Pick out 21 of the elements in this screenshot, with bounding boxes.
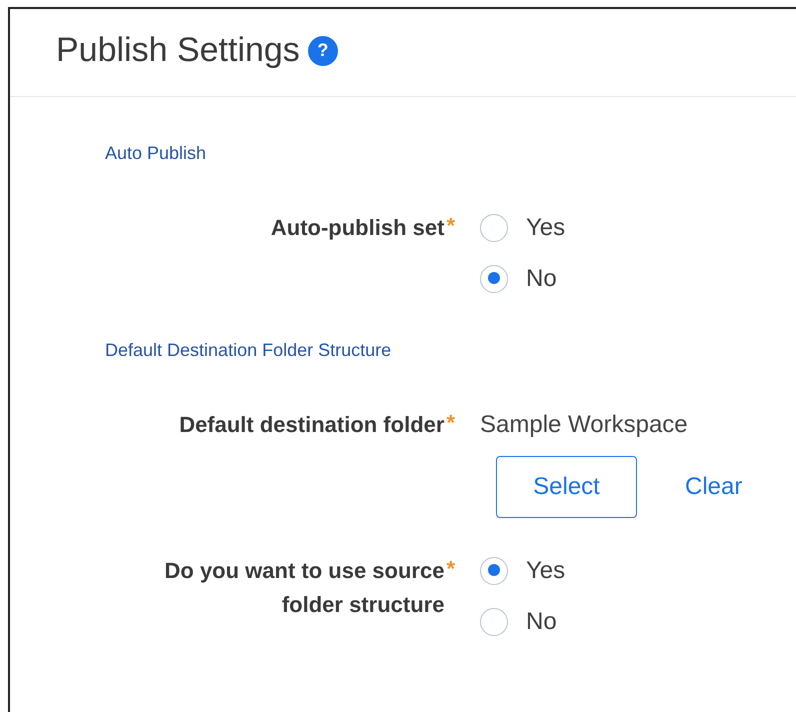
radio-button[interactable] <box>480 556 508 584</box>
clear-link[interactable]: Clear <box>685 473 742 501</box>
field-label: Default destination folder <box>178 411 444 439</box>
folder-value: Sample Workspace <box>480 410 689 440</box>
radio-button[interactable] <box>480 608 508 636</box>
radio-button[interactable] <box>480 214 508 242</box>
section-heading: Auto Publish <box>105 143 208 165</box>
select-button[interactable]: Select <box>496 456 637 518</box>
required-mark: * <box>446 212 455 240</box>
field-label: Auto-publish set <box>270 214 444 242</box>
option-label[interactable]: Yes <box>526 214 566 242</box>
help-icon[interactable]: ? <box>308 36 338 66</box>
required-mark: * <box>446 409 455 437</box>
option-label[interactable]: No <box>526 264 557 292</box>
required-mark: * <box>446 555 455 583</box>
section-heading: Default Destination Folder Structure <box>105 340 392 362</box>
page-title: Publish Settings <box>56 31 300 70</box>
option-label[interactable]: No <box>526 608 557 636</box>
field-label: Do you want to use source folder structure <box>164 557 444 619</box>
option-label[interactable]: Yes <box>526 556 566 584</box>
radio-button[interactable] <box>480 264 508 292</box>
